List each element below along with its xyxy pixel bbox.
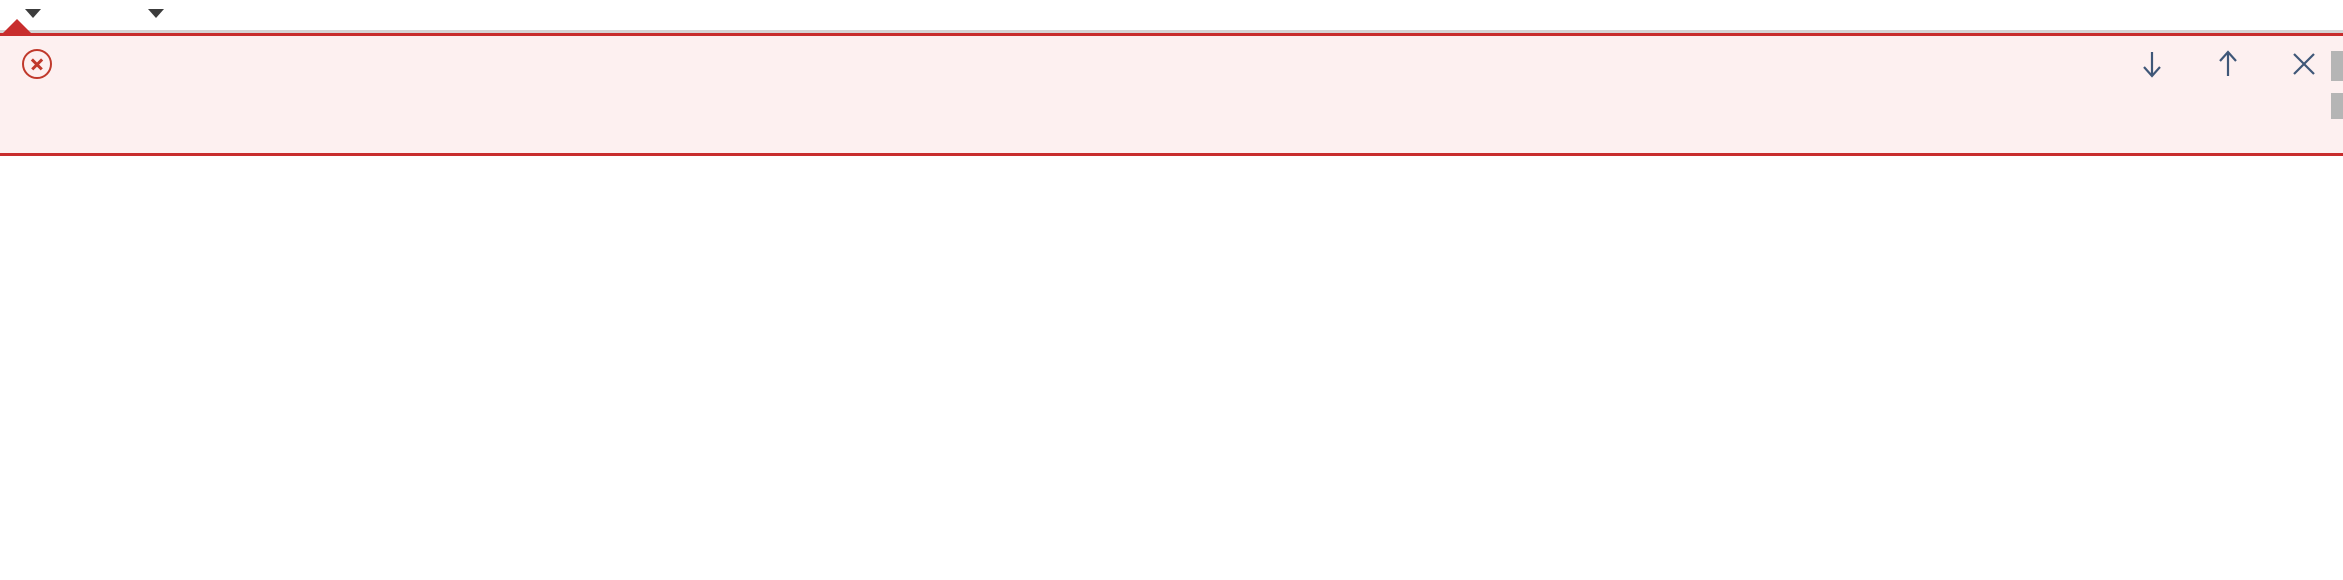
error-panel-header: [0, 36, 2343, 92]
arrow-up-icon[interactable]: [2213, 49, 2243, 79]
error-panel-actions: [2137, 36, 2319, 92]
error-panel: [0, 19, 2343, 156]
export-menu[interactable]: [137, 7, 164, 18]
scrollbar-mark-mid[interactable]: [2331, 93, 2343, 119]
error-code: [30, 106, 46, 135]
close-icon[interactable]: [2289, 49, 2319, 79]
toolbar: [0, 0, 2343, 30]
error-circle-x-icon: [22, 49, 52, 79]
version-selector[interactable]: [14, 7, 41, 18]
arrow-down-icon[interactable]: [2137, 49, 2167, 79]
error-pointer-arrow: [0, 19, 34, 36]
chevron-down-icon: [25, 8, 41, 18]
code-editor[interactable]: [0, 19, 2343, 580]
error-message: [0, 92, 2343, 153]
scrollbar-mark-top[interactable]: [2331, 51, 2343, 81]
chevron-down-icon: [148, 8, 164, 18]
